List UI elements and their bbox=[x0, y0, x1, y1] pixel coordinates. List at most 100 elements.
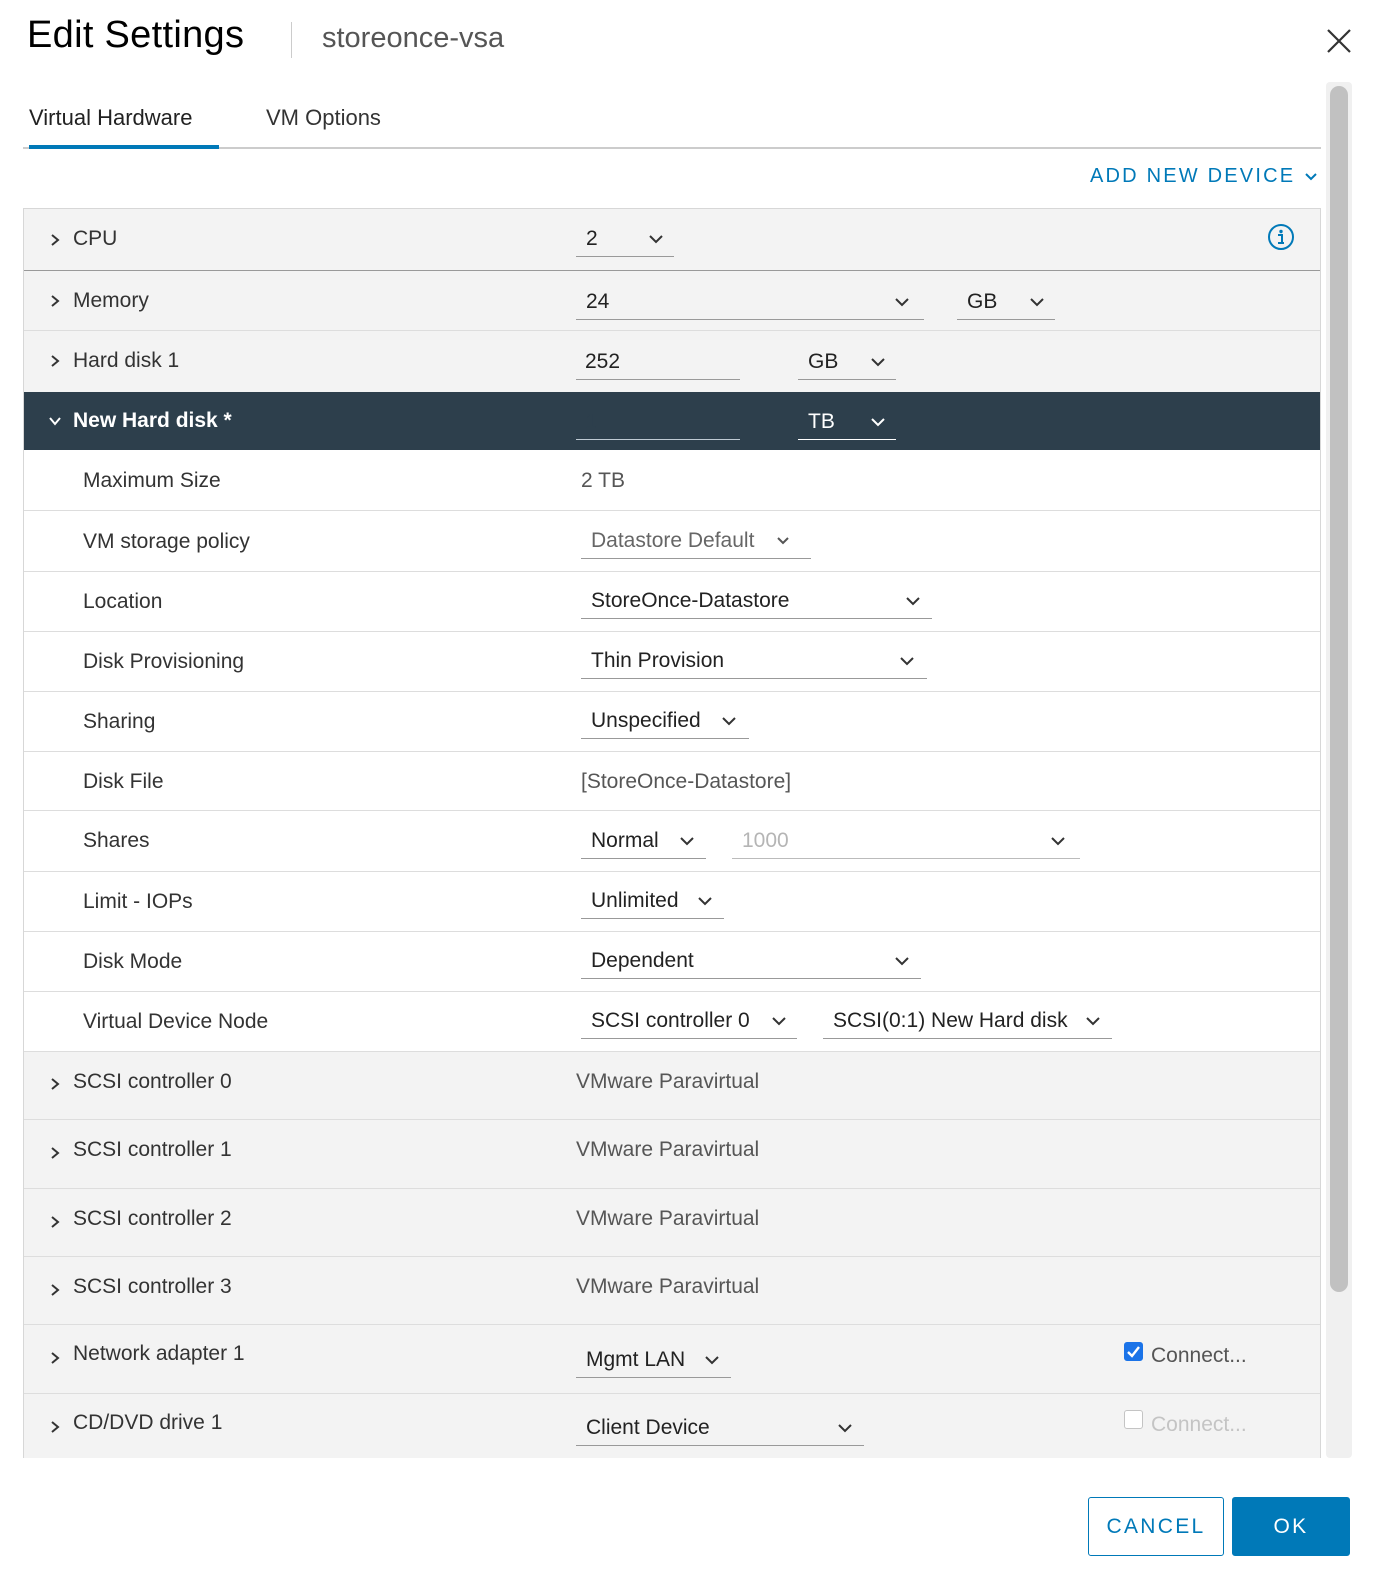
chevron-down-icon bbox=[871, 418, 885, 427]
scsi-controller-label: SCSI controller 1 bbox=[73, 1138, 232, 1161]
cd-dvd-connect-checkbox[interactable] bbox=[1124, 1410, 1143, 1429]
max-size-row: Maximum Size 2 TB bbox=[24, 450, 1320, 511]
chevron-right-icon[interactable] bbox=[48, 1351, 62, 1365]
disk-mode-label: Disk Mode bbox=[83, 950, 183, 973]
memory-unit-select[interactable]: GB bbox=[957, 284, 1055, 320]
chevron-down-icon bbox=[895, 298, 909, 307]
scsi-controller-row[interactable]: SCSI controller 1 VMware Paravirtual bbox=[24, 1120, 1320, 1189]
cd-dvd-select[interactable]: Client Device bbox=[576, 1410, 864, 1446]
chevron-right-icon[interactable] bbox=[48, 233, 62, 247]
new-hard-disk-size-input[interactable]: 1 bbox=[576, 404, 740, 440]
location-select[interactable]: StoreOnce-Datastore bbox=[581, 583, 932, 619]
chevron-down-icon bbox=[777, 537, 789, 545]
max-size-value: 2 TB bbox=[581, 469, 625, 492]
hard-disk-1-row[interactable]: Hard disk 1 252 GB bbox=[24, 331, 1320, 392]
provisioning-label: Disk Provisioning bbox=[83, 650, 245, 673]
scsi-controller-type: VMware Paravirtual bbox=[576, 1275, 760, 1298]
location-label: Location bbox=[83, 590, 163, 613]
chevron-down-icon bbox=[871, 358, 885, 367]
disk-file-label: Disk File bbox=[83, 770, 164, 793]
network-value: Mgmt LAN bbox=[586, 1348, 686, 1371]
disk-mode-select[interactable]: Dependent bbox=[581, 943, 921, 979]
scsi-controller-row[interactable]: SCSI controller 0 VMware Paravirtual bbox=[24, 1052, 1320, 1120]
chevron-right-icon[interactable] bbox=[48, 1283, 62, 1297]
sharing-select[interactable]: Unspecified bbox=[581, 703, 749, 739]
memory-row[interactable]: Memory 24 GB bbox=[24, 271, 1320, 331]
ok-button[interactable]: OK bbox=[1232, 1497, 1350, 1556]
scsi-controller-row[interactable]: SCSI controller 3 VMware Paravirtual bbox=[24, 1257, 1320, 1325]
chevron-down-icon bbox=[895, 957, 909, 966]
new-hard-disk-unit: TB bbox=[808, 410, 835, 433]
chevron-down-icon bbox=[838, 1424, 852, 1433]
chevron-down-icon[interactable] bbox=[48, 414, 62, 428]
chevron-down-icon bbox=[900, 657, 914, 666]
sharing-row: Sharing Unspecified bbox=[24, 692, 1320, 752]
new-hard-disk-unit-select[interactable]: TB bbox=[798, 404, 896, 440]
disk-file-value: [StoreOnce-Datastore] bbox=[581, 770, 792, 793]
info-icon[interactable] bbox=[1267, 223, 1295, 251]
sharing-value: Unspecified bbox=[591, 709, 701, 732]
limit-iops-select[interactable]: Unlimited bbox=[581, 883, 724, 919]
cpu-select[interactable]: 2 bbox=[576, 221, 674, 257]
chevron-down-icon bbox=[722, 717, 736, 726]
shares-select[interactable]: Normal bbox=[581, 823, 706, 859]
limit-iops-label: Limit - IOPs bbox=[83, 890, 193, 913]
title-divider bbox=[291, 22, 292, 58]
chevron-right-icon[interactable] bbox=[48, 294, 62, 308]
tab-bar: Virtual Hardware VM Options bbox=[23, 95, 1321, 149]
shares-amount-value: 1000 bbox=[742, 829, 789, 852]
network-select[interactable]: Mgmt LAN bbox=[576, 1342, 731, 1378]
cancel-button[interactable]: CANCEL bbox=[1088, 1497, 1224, 1556]
hard-disk-1-unit: GB bbox=[808, 350, 839, 373]
new-hard-disk-label: New Hard disk * bbox=[73, 409, 232, 432]
storage-policy-select[interactable]: Datastore Default bbox=[581, 523, 811, 559]
hard-disk-1-size: 252 bbox=[585, 350, 621, 373]
network-connect-checkbox[interactable] bbox=[1124, 1342, 1143, 1361]
memory-unit: GB bbox=[967, 290, 998, 313]
scrollbar-thumb[interactable] bbox=[1330, 86, 1348, 1292]
cpu-row[interactable]: CPU 2 bbox=[24, 209, 1320, 271]
tab-vm-options[interactable]: VM Options bbox=[266, 105, 381, 149]
device-node-row: Virtual Device Node SCSI controller 0 SC… bbox=[24, 992, 1320, 1052]
storage-policy-value: Datastore Default bbox=[591, 529, 755, 552]
tab-virtual-hardware[interactable]: Virtual Hardware bbox=[29, 105, 219, 149]
disk-file-row: Disk File [StoreOnce-Datastore] bbox=[24, 752, 1320, 811]
storage-policy-label: VM storage policy bbox=[83, 530, 250, 553]
hard-disk-1-size-input[interactable]: 252 bbox=[576, 344, 740, 380]
limit-iops-row: Limit - IOPs Unlimited bbox=[24, 872, 1320, 932]
chevron-right-icon[interactable] bbox=[48, 1146, 62, 1160]
new-hard-disk-row[interactable]: New Hard disk * 1 TB bbox=[24, 392, 1320, 450]
new-hard-disk-size: 1 bbox=[585, 410, 597, 433]
chevron-right-icon[interactable] bbox=[48, 1077, 62, 1091]
memory-label: Memory bbox=[73, 289, 149, 312]
cd-dvd-value: Client Device bbox=[586, 1416, 710, 1439]
chevron-down-icon bbox=[649, 235, 663, 244]
dialog-title: Edit Settings bbox=[27, 14, 245, 56]
chevron-right-icon[interactable] bbox=[48, 1420, 62, 1434]
chevron-right-icon[interactable] bbox=[48, 354, 62, 368]
network-adapter-row[interactable]: Network adapter 1 Mgmt LAN Connect... bbox=[24, 1325, 1320, 1394]
memory-input[interactable]: 24 bbox=[576, 284, 924, 320]
limit-iops-value: Unlimited bbox=[591, 889, 679, 912]
scsi-controller-row[interactable]: SCSI controller 2 VMware Paravirtual bbox=[24, 1189, 1320, 1257]
provisioning-select[interactable]: Thin Provision bbox=[581, 643, 927, 679]
hard-disk-1-label: Hard disk 1 bbox=[73, 349, 180, 372]
hard-disk-1-unit-select[interactable]: GB bbox=[798, 344, 896, 380]
add-new-device-button[interactable]: ADD NEW DEVICE bbox=[1090, 165, 1317, 188]
location-value: StoreOnce-Datastore bbox=[591, 589, 790, 612]
chevron-down-icon bbox=[1030, 298, 1044, 307]
cd-dvd-row[interactable]: CD/DVD drive 1 Client Device Connect... bbox=[24, 1394, 1320, 1458]
device-node-controller-select[interactable]: SCSI controller 0 bbox=[581, 1003, 797, 1039]
shares-amount-select[interactable]: 1000 bbox=[732, 823, 1080, 859]
shares-row: Shares Normal 1000 bbox=[24, 811, 1320, 872]
dialog-subtitle: storeonce-vsa bbox=[322, 22, 505, 54]
chevron-down-icon bbox=[906, 597, 920, 606]
scsi-controller-label: SCSI controller 2 bbox=[73, 1207, 232, 1230]
device-node-slot: SCSI(0:1) New Hard disk bbox=[833, 1009, 1068, 1032]
device-node-slot-select[interactable]: SCSI(0:1) New Hard disk bbox=[823, 1003, 1112, 1039]
shares-value: Normal bbox=[591, 829, 659, 852]
close-icon[interactable] bbox=[1324, 26, 1354, 56]
chevron-right-icon[interactable] bbox=[48, 1215, 62, 1229]
chevron-down-icon bbox=[1305, 173, 1317, 181]
chevron-down-icon bbox=[680, 837, 694, 846]
